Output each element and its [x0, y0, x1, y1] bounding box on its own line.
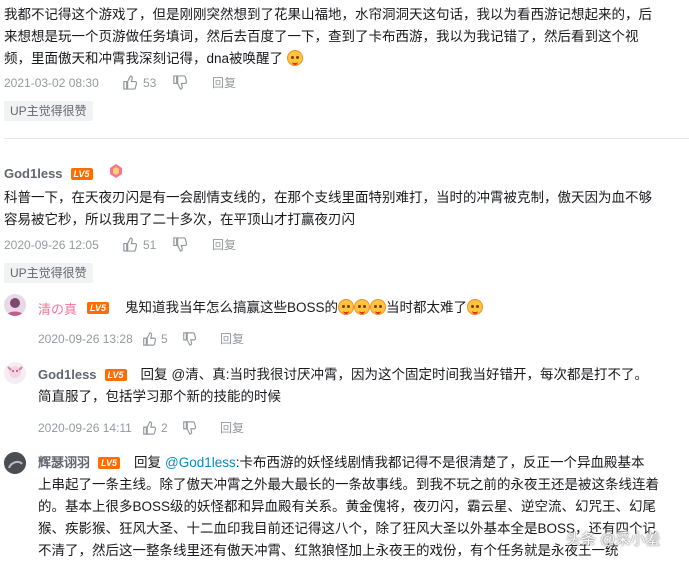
- comment-line: :卡布西游的妖怪线剧情我都记得不是很清楚了，反正一个异血殿基本: [235, 455, 645, 470]
- thumbs-down-icon: [182, 331, 196, 346]
- thumbs-up-icon: [142, 420, 156, 435]
- mention-link[interactable]: @清、真: [172, 364, 226, 386]
- comment-line: 来想想是玩一个页游做任务填词，然后去百度了一下，查到了卡布西游，我以为我记错了，…: [4, 29, 639, 44]
- comment-line: 频，里面傲天和冲霄我深刻记得，dna被唤醒了: [4, 51, 284, 66]
- comment-line: 科普一下，在天夜刃闪是有一会剧情支线的，在那个支线里面特别难打，当时的冲霄被克制…: [4, 190, 652, 205]
- reply-first-line: 辉瑟诩羽 LV5 回复 @God1less :卡布西游的妖怪线剧情我都记得不是很…: [38, 452, 686, 474]
- thumbs-down-icon: [172, 237, 187, 252]
- mention-link[interactable]: @God1less: [165, 452, 236, 474]
- reply-prefix: 回复: [140, 367, 168, 382]
- reply-button[interactable]: 回复: [212, 236, 236, 253]
- reply-meta: 2020-09-26 13:28 5 回复: [38, 330, 244, 347]
- laughing-emoji-icon: [354, 299, 371, 315]
- comment-time: 2021-03-02 08:30: [4, 75, 99, 90]
- username[interactable]: God1less: [4, 166, 63, 181]
- laughing-emoji-icon: [370, 299, 387, 315]
- like-button[interactable]: 53: [122, 75, 172, 90]
- reply-text-part: 当时都太难了: [386, 300, 468, 315]
- comment-time: 2020-09-26 13:28: [38, 331, 133, 346]
- comment-text: 科普一下，在天夜刃闪是有一会剧情支线的，在那个支线里面特别难打，当时的冲霄被克制…: [4, 187, 684, 231]
- username[interactable]: 辉瑟诩羽: [38, 452, 90, 474]
- like-count: 53: [143, 75, 157, 90]
- comment-line: 简直服了，包括学习那个新的技能的时候: [38, 389, 281, 404]
- reply-meta: 2020-09-26 14:11 2 回复: [38, 419, 244, 436]
- username[interactable]: God1less: [38, 364, 97, 386]
- level-badge: LV5: [70, 167, 93, 180]
- comment-divider: [4, 138, 689, 139]
- comment-line: 容易被它秒，所以我用了二十多次，在平顶山才打赢夜刃闪: [4, 212, 355, 227]
- like-count: 5: [161, 331, 168, 346]
- thumbs-up-icon: [142, 331, 156, 346]
- avatar[interactable]: [4, 452, 26, 474]
- dislike-button[interactable]: [172, 75, 212, 90]
- comment-line-wrap: 频，里面傲天和冲霄我深刻记得，dna被唤醒了: [4, 48, 684, 70]
- comment-line: 我都不记得这个游戏了，但是刚刚突然想到了花果山福地，水帘洞洞天这句话，我以为看西…: [4, 7, 652, 22]
- laughing-emoji-icon: [338, 299, 355, 315]
- avatar[interactable]: [4, 294, 26, 316]
- dislike-button[interactable]: [182, 331, 220, 346]
- like-button[interactable]: 5: [142, 332, 182, 346]
- dislike-button[interactable]: [182, 420, 220, 435]
- level-badge: LV5: [98, 457, 121, 469]
- level-badge: LV5: [87, 302, 110, 314]
- comment-time: 2020-09-26 12:05: [4, 237, 99, 252]
- comment-line: :当时我很讨厌冲霄，因为这个固定时间我当好错开，每次都是打不了。: [225, 367, 649, 382]
- watermark: 头条 @采小羞: [566, 531, 661, 548]
- username[interactable]: 清の真: [38, 299, 77, 318]
- laughing-emoji-icon: [467, 299, 484, 315]
- like-button[interactable]: 2: [142, 421, 182, 435]
- up-liked-tag: UP主觉得很赞: [4, 263, 93, 283]
- like-count: 51: [143, 237, 157, 252]
- comment-line: 上串起了一条主线。除了傲天冲霄之外最大最长的一条故事线。到我不玩之前的永夜王还是…: [38, 477, 659, 492]
- like-count: 2: [161, 420, 168, 435]
- comment-time: 2020-09-26 14:11: [38, 420, 132, 435]
- thumbs-down-icon: [182, 420, 196, 435]
- level-badge: LV5: [104, 369, 127, 381]
- reply-text-part: 鬼知道我当年怎么搞赢这些BOSS的: [125, 300, 339, 315]
- reply-body: God1less LV5 回复 @清、真 :当时我很讨厌冲霄，因为这个固定时间我…: [38, 364, 686, 408]
- reply-text: 鬼知道我当年怎么搞赢这些BOSS的 当时都太难了: [125, 297, 484, 319]
- reply-prefix: 回复: [134, 455, 162, 470]
- up-liked-tag: UP主觉得很赞: [4, 101, 93, 121]
- comment-meta: 2021-03-02 08:30 53 回复: [4, 74, 236, 91]
- reply-first-line: God1less LV5 回复 @清、真 :当时我很讨厌冲霄，因为这个固定时间我…: [38, 364, 686, 386]
- comment-header: God1less LV5: [4, 162, 125, 185]
- thumbs-down-icon: [172, 75, 187, 90]
- comment-line: 的。基本上很多BOSS级的妖怪都和异血殿有关系。黄金傀将，夜刃闪，霸云星、逆空流…: [38, 499, 657, 514]
- reply-button[interactable]: 回复: [220, 419, 244, 436]
- thumbs-up-icon: [122, 75, 137, 90]
- like-button[interactable]: 51: [122, 237, 172, 252]
- comment-meta: 2020-09-26 12:05 51 回复: [4, 236, 236, 253]
- avatar[interactable]: [4, 362, 26, 384]
- reply-button[interactable]: 回复: [220, 330, 244, 347]
- reply-button[interactable]: 回复: [212, 74, 236, 91]
- thumbs-up-icon: [122, 237, 137, 252]
- dislike-button[interactable]: [172, 237, 212, 252]
- laughing-emoji-icon: [286, 50, 303, 66]
- medal-icon: [107, 162, 125, 185]
- comment-text: 我都不记得这个游戏了，但是刚刚突然想到了花果山福地，水帘洞洞天这句话，我以为看西…: [4, 4, 684, 70]
- reply-header: 清の真 LV5 鬼知道我当年怎么搞赢这些BOSS的 当时都太难了: [38, 297, 484, 319]
